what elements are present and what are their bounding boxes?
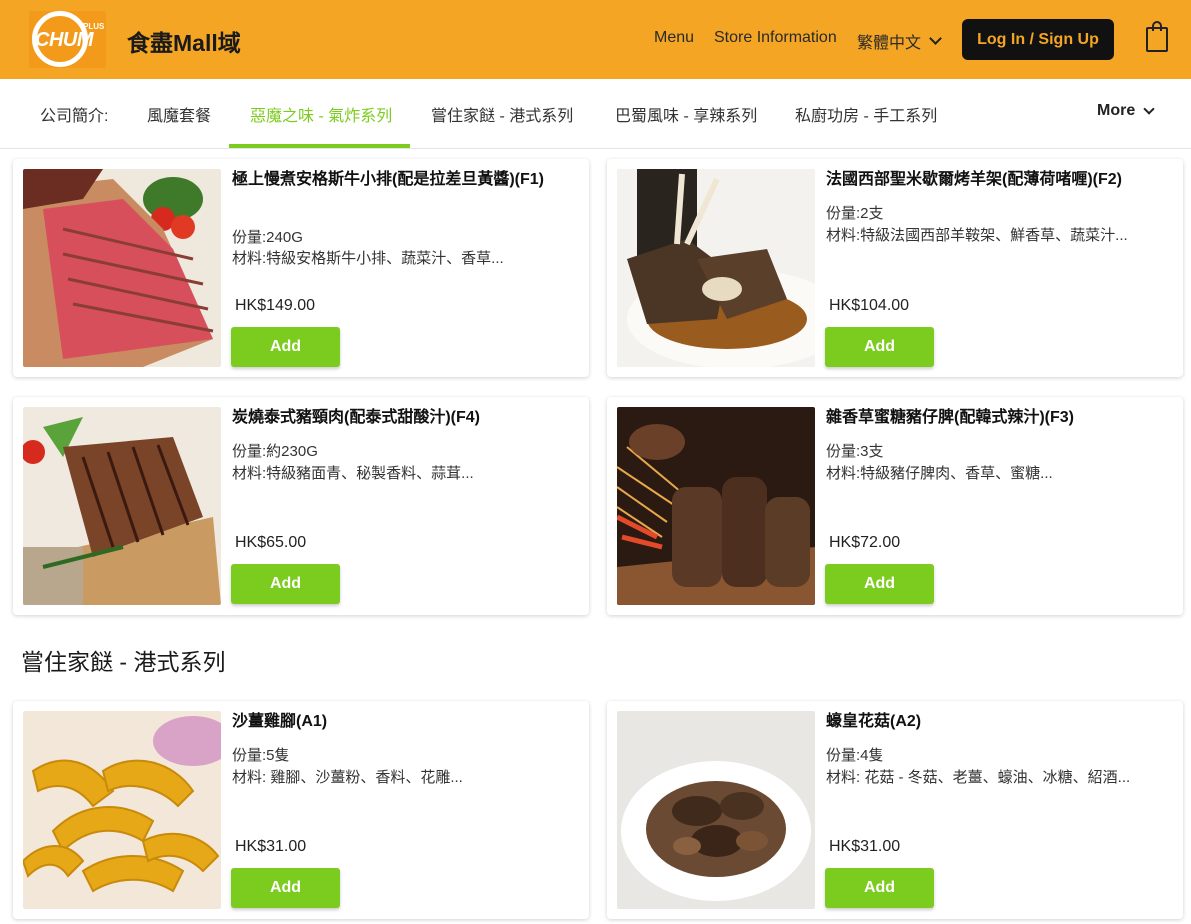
product-image-chicken-feet[interactable]: [23, 711, 221, 909]
product-card[interactable]: 炭燒泰式豬頸肉(配泰式甜酸汁)(F4) 份量:約230G 材料:特級豬面青、秘製…: [13, 397, 589, 615]
product-price: HK$65.00: [235, 534, 307, 551]
product-quantity: 份量:2支: [826, 205, 884, 222]
product-card[interactable]: 法國西部聖米歇爾烤羊架(配薄荷啫喱)(F2) 份量:2支 材料:特級法國西部羊鞍…: [607, 159, 1183, 377]
brand-name: 食盡Mall域: [127, 30, 241, 56]
product-quantity: 份量:3支: [826, 443, 884, 460]
product-card[interactable]: 極上慢煮安格斯牛小排(配是拉差旦黃醬)(F1) 份量:240G 材料:特級安格斯…: [13, 159, 589, 377]
category-air-fryer[interactable]: 惡魔之味 - 氣炸系列: [250, 102, 392, 126]
chevron-down-icon: [1143, 102, 1155, 115]
product-image-roast-beef[interactable]: [23, 169, 221, 367]
active-category-underline: [229, 144, 410, 148]
product-price: HK$72.00: [829, 534, 901, 551]
logo-plus: PLUS: [83, 22, 105, 31]
product-card[interactable]: 雜香草蜜糖豬仔脾(配韓式辣汁)(F3) 份量:3支 材料:特級豬仔脾肉、香草、蜜…: [607, 397, 1183, 615]
product-title: 沙薑雞腳(A1): [232, 713, 328, 730]
add-to-cart-button[interactable]: Add: [231, 327, 340, 367]
language-selector[interactable]: 繁體中文: [857, 29, 942, 53]
chum-logo[interactable]: CHUM PLUS: [29, 11, 106, 68]
product-price: HK$31.00: [235, 838, 307, 855]
product-materials: 材料:特級安格斯牛小排、蔬菜汁、香草...: [232, 250, 504, 267]
category-spicy[interactable]: 巴蜀風味 - 享辣系列: [615, 102, 757, 126]
product-quantity: 份量:5隻: [232, 747, 290, 764]
shopping-bag-icon[interactable]: [1146, 21, 1168, 52]
category-set-meals[interactable]: 風魔套餐: [147, 102, 211, 126]
product-quantity: 份量:4隻: [826, 747, 884, 764]
product-image-pork-ribs[interactable]: [617, 407, 815, 605]
shopping-bag-handle: [1152, 21, 1162, 31]
product-title: 炭燒泰式豬頸肉(配泰式甜酸汁)(F4): [232, 409, 480, 426]
category-company-intro[interactable]: 公司簡介:: [40, 102, 108, 126]
add-to-cart-button[interactable]: Add: [825, 564, 934, 604]
product-title: 極上慢煮安格斯牛小排(配是拉差旦黃醬)(F1): [232, 171, 544, 188]
product-materials: 材料: 雞腳、沙薑粉、香料、花雕...: [232, 769, 463, 786]
product-price: HK$31.00: [829, 838, 901, 855]
add-to-cart-button[interactable]: Add: [825, 327, 934, 367]
login-signup-button[interactable]: Log In / Sign Up: [962, 19, 1114, 60]
top-header: CHUM PLUS 食盡Mall域 Menu Store Information…: [0, 0, 1191, 79]
add-to-cart-button[interactable]: Add: [231, 868, 340, 908]
add-to-cart-button[interactable]: Add: [231, 564, 340, 604]
product-image-mushrooms[interactable]: [617, 711, 815, 909]
product-materials: 材料: 花菇 - 冬菇、老薑、蠔油、冰糖、紹酒...: [826, 769, 1131, 786]
product-title: 雜香草蜜糖豬仔脾(配韓式辣汁)(F3): [826, 409, 1074, 426]
section-title-hk-style: 嘗住家餸 - 港式系列: [21, 649, 226, 675]
product-materials: 材料:特級豬面青、秘製香料、蒜茸...: [232, 465, 474, 482]
add-to-cart-button[interactable]: Add: [825, 868, 934, 908]
nav-menu-link[interactable]: Menu: [654, 29, 694, 47]
product-quantity: 份量:240G: [232, 229, 303, 246]
product-title: 蠔皇花菇(A2): [826, 713, 922, 730]
product-price: HK$104.00: [829, 297, 910, 314]
category-bar: 公司簡介: 風魔套餐 惡魔之味 - 氣炸系列 嘗住家餸 - 港式系列 巴蜀風味 …: [0, 79, 1191, 149]
product-card[interactable]: 沙薑雞腳(A1) 份量:5隻 材料: 雞腳、沙薑粉、香料、花雕... HK$31…: [13, 701, 589, 919]
product-materials: 材料:特級法國西部羊鞍架、鮮香草、蔬菜汁...: [826, 227, 1128, 244]
category-handmade[interactable]: 私廚功房 - 手工系列: [795, 102, 937, 126]
chevron-down-icon: [929, 32, 942, 45]
product-quantity: 份量:約230G: [232, 443, 318, 460]
logo-text: CHUM: [35, 29, 94, 51]
product-title: 法國西部聖米歇爾烤羊架(配薄荷啫喱)(F2): [826, 171, 1122, 188]
product-image-pork-neck[interactable]: [23, 407, 221, 605]
language-label: 繁體中文: [857, 35, 922, 52]
more-categories-button[interactable]: More: [1097, 102, 1155, 120]
product-image-lamb-rack[interactable]: [617, 169, 815, 367]
product-price: HK$149.00: [235, 297, 316, 314]
product-materials: 材料:特級豬仔脾肉、香草、蜜糖...: [826, 465, 1053, 482]
product-card[interactable]: 蠔皇花菇(A2) 份量:4隻 材料: 花菇 - 冬菇、老薑、蠔油、冰糖、紹酒..…: [607, 701, 1183, 919]
category-hk-style[interactable]: 嘗住家餸 - 港式系列: [431, 102, 573, 126]
nav-store-information-link[interactable]: Store Information: [714, 29, 837, 47]
more-label: More: [1097, 102, 1136, 119]
